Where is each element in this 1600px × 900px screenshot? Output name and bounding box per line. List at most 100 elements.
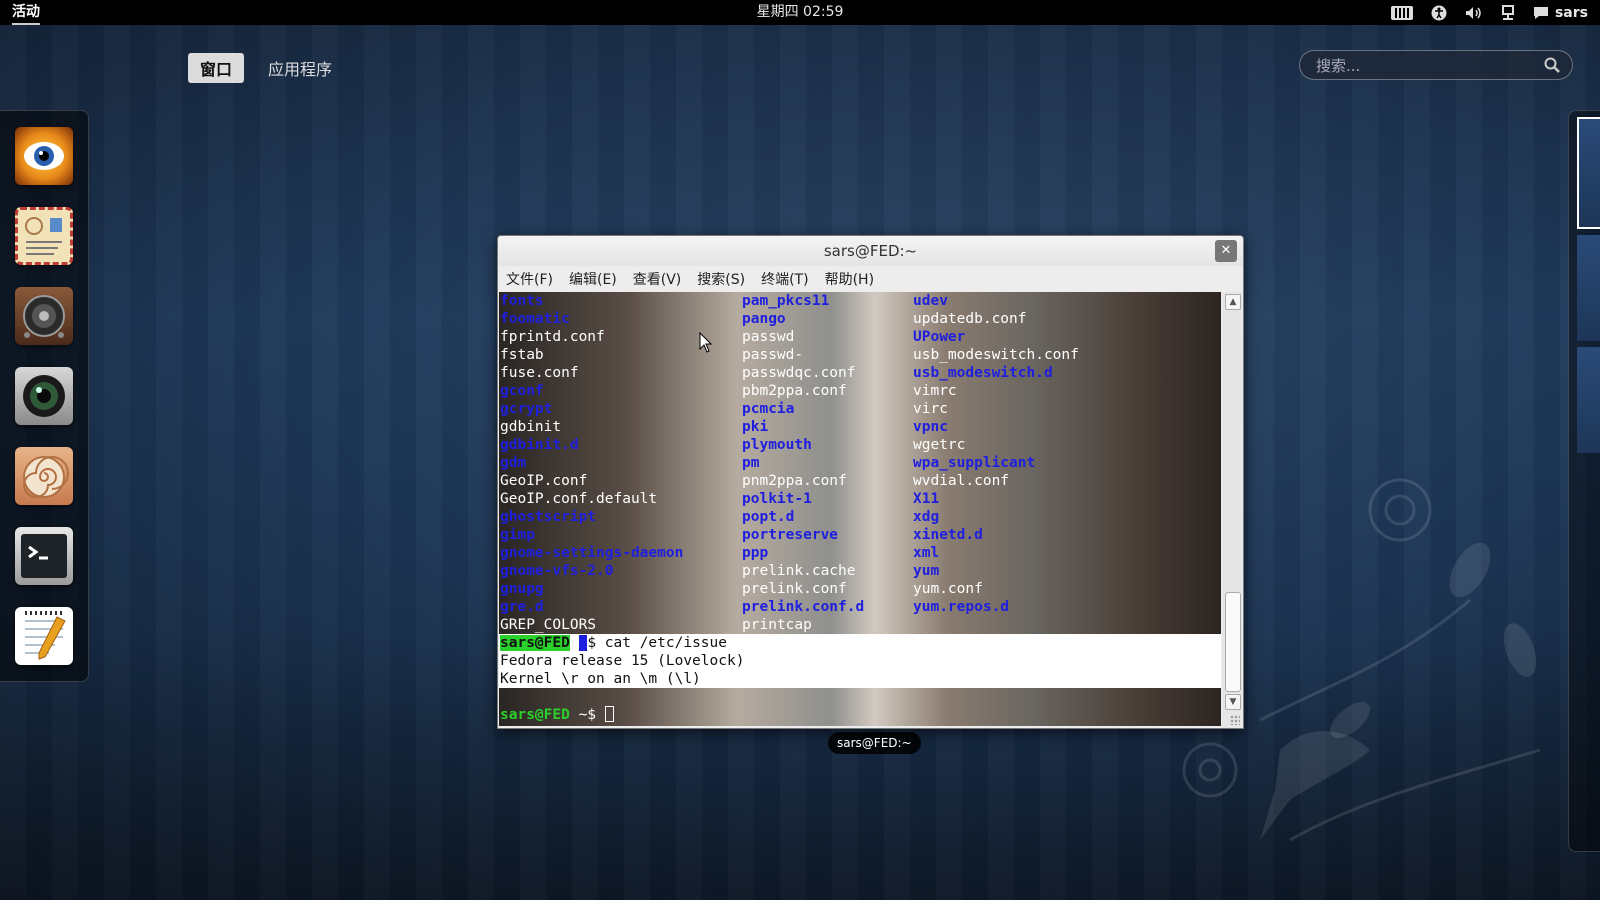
top-bar: 活动 星期四 02:59 sars	[0, 0, 1600, 25]
file-entry: yum	[913, 563, 940, 579]
menu-bar: 文件(F) 编辑(E) 查看(V) 搜索(S) 终端(T) 帮助(H)	[498, 266, 1243, 290]
network-icon[interactable]	[1501, 4, 1515, 21]
command-output: sars@FED _$ cat /etc/issue Fedora releas…	[499, 634, 1221, 688]
output-line: Fedora release 15 (Lovelock)	[500, 653, 745, 669]
speaker-icon[interactable]	[15, 287, 73, 345]
file-entry: printcap	[742, 617, 812, 633]
scroll-up-icon[interactable]: ▲	[1225, 294, 1241, 310]
tab-applications[interactable]: 应用程序	[256, 53, 344, 83]
resize-grip-icon[interactable]	[1230, 715, 1240, 725]
file-entry: pango	[742, 311, 786, 327]
file-entry: wvdial.conf	[913, 473, 1010, 489]
file-entry: udev	[913, 293, 948, 309]
command-text: $ cat /etc/issue	[587, 635, 727, 651]
terminal-icon[interactable]	[15, 527, 73, 585]
file-entry: portreserve	[742, 527, 839, 543]
text-editor-icon[interactable]	[15, 607, 73, 665]
file-entry: gnome-vfs-2.0	[500, 563, 614, 579]
mail-icon[interactable]	[15, 207, 73, 265]
file-entry: GREP_COLORS	[500, 617, 597, 633]
file-entry: virc	[913, 401, 948, 417]
file-entry: ppp	[742, 545, 769, 561]
user-menu[interactable]: sars	[1533, 5, 1588, 21]
nautilus-shell-icon[interactable]	[15, 447, 73, 505]
file-entry: gnome-settings-daemon	[500, 545, 684, 561]
file-entry: prelink.conf	[742, 581, 847, 597]
workspace-switcher	[1568, 110, 1600, 852]
file-entry: wpa_supplicant	[913, 455, 1036, 471]
file-entry: fprintd.conf	[500, 329, 605, 345]
workspace-2[interactable]	[1577, 235, 1600, 341]
file-entry: fuse.conf	[500, 365, 579, 381]
volume-icon[interactable]	[1465, 6, 1483, 20]
prompt-host: sars@FED	[500, 635, 570, 651]
workspace-1[interactable]	[1577, 117, 1600, 229]
window-title: sars@FED:~	[823, 242, 918, 260]
overview-tabs: 窗口 应用程序	[188, 53, 344, 83]
workspace-3[interactable]	[1577, 347, 1600, 453]
terminal-window[interactable]: sars@FED:~ ✕ 文件(F) 编辑(E) 查看(V) 搜索(S) 终端(…	[497, 235, 1244, 729]
file-entry: popt.d	[742, 509, 795, 525]
file-entry: prelink.cache	[742, 563, 856, 579]
clock-label[interactable]: 星期四 02:59	[757, 4, 844, 20]
file-entry: yum.repos.d	[913, 599, 1010, 615]
accessibility-icon[interactable]	[1431, 5, 1447, 21]
menu-view[interactable]: 查看(V)	[625, 266, 690, 290]
file-entry: usb_modeswitch.conf	[913, 347, 1079, 363]
chat-icon	[1533, 6, 1548, 19]
file-entry: polkit-1	[742, 491, 812, 507]
file-entry: gdm	[500, 455, 527, 471]
file-entry: xml	[913, 545, 940, 561]
file-entry: fstab	[500, 347, 544, 363]
file-entry: GeoIP.conf	[500, 473, 588, 489]
file-entry: pcmcia	[742, 401, 795, 417]
file-entry: gimp	[500, 527, 535, 543]
file-entry: pki	[742, 419, 769, 435]
file-entry: UPower	[913, 329, 966, 345]
file-entry: pam_pkcs11	[742, 293, 830, 309]
terminal-content[interactable]: fonts foomatic fprintd.conf fstab fuse.conf g…	[499, 292, 1221, 726]
close-icon: ✕	[1220, 243, 1232, 258]
mouse-pointer-icon	[699, 332, 713, 353]
file-entry: ghostscript	[500, 509, 597, 525]
file-entry: pm	[742, 455, 760, 471]
file-entry: gdbinit	[500, 419, 562, 435]
search-input[interactable]	[1314, 55, 1538, 77]
system-tray: sars	[1390, 0, 1588, 25]
prompt-tail: ~$	[569, 707, 605, 723]
search-icon	[1544, 57, 1560, 73]
file-entry: vpnc	[913, 419, 948, 435]
scroll-down-icon[interactable]: ▼	[1225, 694, 1241, 710]
menu-file[interactable]: 文件(F)	[498, 266, 561, 290]
file-entry: wgetrc	[913, 437, 966, 453]
file-entry: plymouth	[742, 437, 812, 453]
menu-help[interactable]: 帮助(H)	[817, 266, 882, 290]
output-line: Kernel \r on an \m (\l)	[500, 671, 701, 687]
file-entry: yum.conf	[913, 581, 983, 597]
file-entry: xinetd.d	[913, 527, 983, 543]
file-entry: prelink.conf.d	[742, 599, 865, 615]
file-entry: gconf	[500, 383, 544, 399]
menu-terminal[interactable]: 终端(T)	[753, 266, 816, 290]
listing-column-1: fonts foomatic fprintd.conf fstab fuse.conf g…	[500, 292, 683, 634]
keyboard-icon[interactable]	[1390, 5, 1413, 20]
window-caption[interactable]: sars@FED:~	[828, 732, 921, 754]
close-button[interactable]: ✕	[1215, 240, 1237, 262]
dash	[0, 110, 89, 682]
scrollbar-thumb[interactable]	[1225, 592, 1241, 692]
menu-edit[interactable]: 编辑(E)	[561, 266, 625, 290]
file-entry: pbm2ppa.conf	[742, 383, 847, 399]
scrollbar[interactable]: ▲ ▼	[1222, 292, 1242, 728]
eye-of-gnome-icon[interactable]	[15, 127, 73, 185]
file-entry: gre.d	[500, 599, 544, 615]
file-entry: xdg	[913, 509, 940, 525]
file-entry: passwd	[742, 329, 795, 345]
window-titlebar[interactable]: sars@FED:~	[498, 236, 1243, 266]
activities-button[interactable]: 活动	[12, 0, 40, 25]
menu-search[interactable]: 搜索(S)	[689, 266, 753, 290]
file-entry: foomatic	[500, 311, 570, 327]
file-entry: fonts	[500, 293, 544, 309]
camera-lens-icon[interactable]	[15, 367, 73, 425]
file-entry: gnupg	[500, 581, 544, 597]
tab-windows[interactable]: 窗口	[188, 53, 245, 83]
